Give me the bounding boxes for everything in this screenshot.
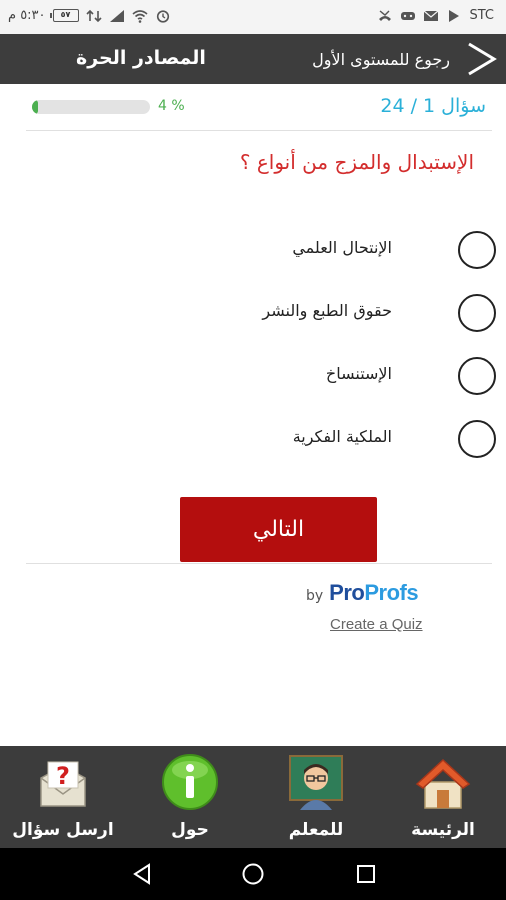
option-label: الإنتحال العلمي: [292, 238, 392, 257]
bottom-nav: ? ارسل سؤال حول للمعلم الرئيسة: [0, 746, 506, 848]
nav-send-question[interactable]: ? ارسل سؤال: [0, 746, 126, 848]
info-icon: [162, 754, 218, 810]
progress-bar: [32, 100, 150, 114]
send-question-icon: ?: [40, 761, 86, 807]
radio-button[interactable]: [458, 294, 496, 332]
status-bar: ٥:٣٠ م ٥٧ STC: [0, 0, 506, 34]
brand-by: by: [306, 588, 324, 604]
progress-row: 4 % سؤال 1 / 24: [0, 84, 506, 132]
home-icon: [415, 758, 471, 809]
page-title: المصادر الحرة: [76, 47, 206, 69]
question-counter: سؤال 1 / 24: [380, 95, 486, 117]
nav-label: حول: [171, 820, 209, 840]
chevron-right-icon: [468, 42, 497, 76]
alarm-icon: [156, 9, 169, 23]
option-label: حقوق الطبع والنشر: [262, 301, 392, 320]
brand-profs: Profs: [364, 580, 419, 605]
nav-label: الرئيسة: [411, 820, 475, 840]
gamepad-icon: [401, 11, 416, 20]
teacher-icon: [289, 755, 343, 810]
nav-label: للمعلم: [288, 820, 344, 840]
radio-button[interactable]: [458, 420, 496, 458]
radio-button[interactable]: [458, 357, 496, 395]
back-triangle-icon[interactable]: [130, 862, 154, 886]
battery-icon: ٥٧: [49, 9, 79, 22]
home-circle-icon[interactable]: [241, 862, 265, 886]
proprofs-logo: ProProfs: [329, 580, 418, 606]
option-2[interactable]: حقوق الطبع والنشر: [56, 291, 496, 335]
nav-about[interactable]: حول: [127, 746, 253, 848]
email-icon: [424, 10, 439, 21]
status-right: STC: [377, 8, 494, 23]
divider: [26, 563, 492, 564]
nav-home[interactable]: الرئيسة: [380, 746, 506, 848]
back-button[interactable]: رجوع للمستوى الأول: [312, 34, 498, 84]
option-label: الإستنساخ: [325, 364, 392, 383]
create-quiz-link[interactable]: Create a Quiz: [330, 616, 423, 633]
missed-call-icon: [379, 9, 392, 21]
radio-button[interactable]: [458, 231, 496, 269]
option-1[interactable]: الإنتحال العلمي: [56, 228, 496, 272]
recents-square-icon[interactable]: [354, 862, 378, 886]
question-text: الإستبدال والمزج من أنواع ؟: [239, 150, 474, 174]
system-nav-bar: [0, 848, 506, 900]
signal-icon: [109, 9, 124, 22]
brand-pro: Pro: [329, 580, 365, 605]
nav-teacher[interactable]: للمعلم: [253, 746, 379, 848]
status-time: ٥:٣٠ م: [8, 8, 46, 23]
divider: [26, 130, 492, 131]
carrier-label: STC: [469, 8, 494, 23]
svg-text:?: ?: [56, 762, 70, 790]
option-4[interactable]: الملكية الفكرية: [56, 417, 496, 461]
data-arrows-icon: [85, 9, 102, 22]
option-label: الملكية الفكرية: [292, 427, 392, 446]
back-label: رجوع للمستوى الأول: [312, 49, 450, 69]
status-left: ٥:٣٠ م ٥٧: [8, 8, 171, 23]
nav-label: ارسل سؤال: [12, 820, 114, 840]
proprofs-branding[interactable]: by ProProfs: [306, 580, 419, 606]
option-3[interactable]: الإستنساخ: [56, 354, 496, 398]
progress-percent: 4 %: [158, 98, 185, 114]
play-store-icon: [449, 9, 460, 22]
next-button[interactable]: التالي: [180, 497, 377, 562]
wifi-icon: [131, 9, 148, 23]
progress-fill: [32, 100, 38, 114]
app-header: المصادر الحرة رجوع للمستوى الأول: [0, 34, 506, 84]
